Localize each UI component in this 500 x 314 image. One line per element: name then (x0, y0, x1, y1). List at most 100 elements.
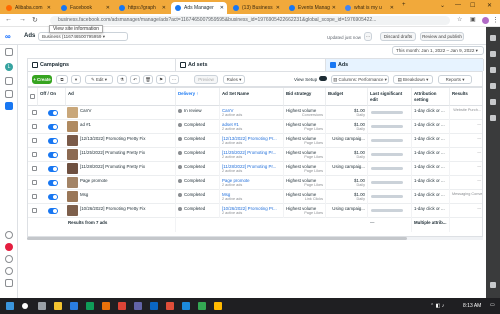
column-header-bid-strategy[interactable]: Bid strategy (284, 88, 326, 106)
column-header-budget[interactable]: Budget (326, 88, 368, 106)
minimize-icon[interactable]: — (455, 2, 461, 8)
chart-icon[interactable] (5, 90, 13, 98)
browser-tab-business[interactable]: (13) Business ✕ (229, 2, 283, 14)
browser-menu-icon[interactable]: ⋮ (492, 16, 499, 24)
row-checkbox[interactable] (32, 152, 37, 157)
side-panel-icon[interactable] (490, 83, 496, 89)
side-panel-icon[interactable] (490, 67, 496, 73)
browser-tab-what-is-my[interactable]: what is my u ✕ (341, 2, 397, 14)
table-row[interactable]: Page promote Completed Page promote 2 activ… (28, 176, 482, 190)
horizontal-scrollbar[interactable] (27, 237, 483, 240)
close-tab-icon[interactable]: ✕ (220, 5, 224, 11)
table-row[interactable]: [12/13/2022] Promoting Pretty Fix Complet… (28, 134, 482, 148)
table-row[interactable]: Msg Completed Msg 2 active ads Highest volum… (28, 190, 482, 204)
review-publish-button[interactable]: Review and publish (420, 32, 464, 41)
row-checkbox[interactable] (32, 166, 37, 171)
settings-gear-icon[interactable] (490, 282, 496, 288)
close-tab-icon[interactable]: ✕ (47, 5, 51, 11)
tab-adsets[interactable]: Ad sets (176, 59, 326, 71)
tab-search-icon[interactable]: ⌄ (440, 2, 445, 9)
rules-button[interactable]: Rules ▾ (223, 75, 245, 84)
ad-on-off-toggle[interactable] (48, 152, 58, 158)
report-icon[interactable] (5, 279, 13, 287)
column-header-delivery[interactable]: Delivery ↑ (176, 88, 220, 106)
profile-avatar[interactable] (482, 17, 489, 24)
table-row[interactable]: CarrV In review CarrV 2 active ads Highest v… (28, 106, 482, 120)
file-explorer-icon[interactable] (54, 302, 62, 310)
browser-tab-ads-manager[interactable]: Ads Manager ✕ (171, 2, 227, 14)
app-icon[interactable] (134, 302, 142, 310)
row-checkbox[interactable] (32, 138, 37, 143)
more-options-button[interactable]: ⋯ (364, 32, 372, 41)
app-icon[interactable] (102, 302, 110, 310)
url-input[interactable]: business.facebook.com/adsmanager/manage/… (50, 16, 450, 25)
dropdown-chevron-icon[interactable]: ▾ (71, 75, 81, 84)
account-selector[interactable]: Business (116746500795959 ▾ (38, 32, 128, 41)
windows-start-icon[interactable] (6, 302, 14, 310)
notification-icon[interactable]: ▭ (490, 302, 495, 308)
row-checkbox[interactable] (32, 194, 37, 199)
app-icon[interactable] (70, 302, 78, 310)
ad-on-off-toggle[interactable] (48, 138, 58, 144)
column-header-toggle[interactable]: Off / On (38, 88, 66, 106)
search-icon[interactable] (5, 255, 13, 263)
ad-name[interactable]: Page promote (80, 178, 108, 183)
chrome-icon[interactable] (118, 302, 126, 310)
app-icon[interactable] (198, 302, 206, 310)
column-header-results[interactable]: Results (450, 88, 482, 106)
browser-tab-alibaba[interactable]: Alibaba.com ✕ (2, 2, 54, 14)
ad-on-off-toggle[interactable] (48, 124, 58, 130)
side-panel-icon[interactable] (490, 51, 496, 57)
notifications-icon[interactable] (5, 243, 13, 251)
close-tab-icon[interactable]: ✕ (276, 5, 280, 11)
tag-icon[interactable]: ⚑ (156, 75, 166, 84)
duplicate-icon[interactable]: ⧉ (56, 75, 68, 84)
row-checkbox[interactable] (32, 110, 37, 115)
tab-ads[interactable]: Ads (326, 59, 484, 71)
close-tab-icon[interactable]: ✕ (390, 5, 394, 11)
clock-time[interactable]: 8:13 AM (463, 303, 481, 309)
task-view-icon[interactable] (38, 302, 46, 310)
side-panel-icon[interactable] (490, 35, 496, 41)
table-row[interactable]: [11/25/2022] Promoting Pretty Fix Complet… (28, 148, 482, 162)
browser-tab-events-manager[interactable]: Events Manag ✕ (285, 2, 339, 14)
search-icon[interactable] (22, 303, 28, 309)
row-checkbox[interactable] (32, 124, 37, 129)
edit-button[interactable]: ✎ Edit ▾ (85, 75, 113, 84)
ad-name[interactable]: CarrV (80, 108, 91, 113)
back-icon[interactable]: ← (5, 16, 12, 23)
select-all-checkbox[interactable] (30, 94, 35, 99)
ad-on-off-toggle[interactable] (48, 208, 58, 214)
ad-on-off-toggle[interactable] (48, 166, 58, 172)
settings-gear-icon[interactable] (5, 231, 13, 239)
app-icon[interactable] (150, 302, 158, 310)
column-header-ad[interactable]: Ad (66, 88, 176, 106)
ad-name[interactable]: ad #1 (80, 122, 91, 127)
ad-name[interactable]: [11/25/2022] Promoting Pretty Fix (80, 150, 145, 155)
campaigns-icon[interactable] (5, 102, 13, 110)
bookmark-star-icon[interactable]: ☆ (457, 16, 462, 23)
create-button[interactable]: + Create (32, 75, 52, 84)
side-panel-icon[interactable] (490, 115, 496, 121)
browser-tab-facebook[interactable]: Facebook ✕ (57, 2, 113, 14)
columns-dropdown[interactable]: ▥ Columns: Performance ▾ (331, 75, 389, 84)
ad-name[interactable]: Msg (80, 192, 88, 197)
browser-tab-graph[interactable]: https://graph ✕ (115, 2, 169, 14)
system-tray-icon[interactable]: ⌃ ◧ ♪ (430, 303, 444, 309)
forward-icon[interactable]: → (19, 16, 26, 23)
preview-button[interactable]: Preview (194, 75, 218, 84)
app-icon[interactable] (166, 302, 174, 310)
table-row[interactable]: ad #1 Completed adset #1 2 active ads Highes… (28, 120, 482, 134)
ad-name[interactable]: [11/28/2022] Promoting Pretty Fix (80, 164, 145, 169)
help-icon[interactable] (5, 267, 13, 275)
close-tab-icon[interactable]: ✕ (106, 5, 110, 11)
ad-name[interactable]: [10/26/2022] Promoting Pretty Fix (80, 206, 145, 211)
scrollbar-thumb[interactable] (27, 237, 407, 240)
column-header-adset-name[interactable]: Ad Set Name (220, 88, 284, 106)
discard-drafts-button[interactable]: Discard drafts (380, 32, 416, 41)
close-window-icon[interactable]: ✕ (487, 2, 492, 9)
ad-on-off-toggle[interactable] (48, 110, 58, 116)
table-row[interactable]: [11/28/2022] Promoting Pretty Fix Complet… (28, 162, 482, 176)
reload-icon[interactable]: ↻ (32, 16, 38, 24)
home-icon[interactable] (5, 48, 13, 56)
